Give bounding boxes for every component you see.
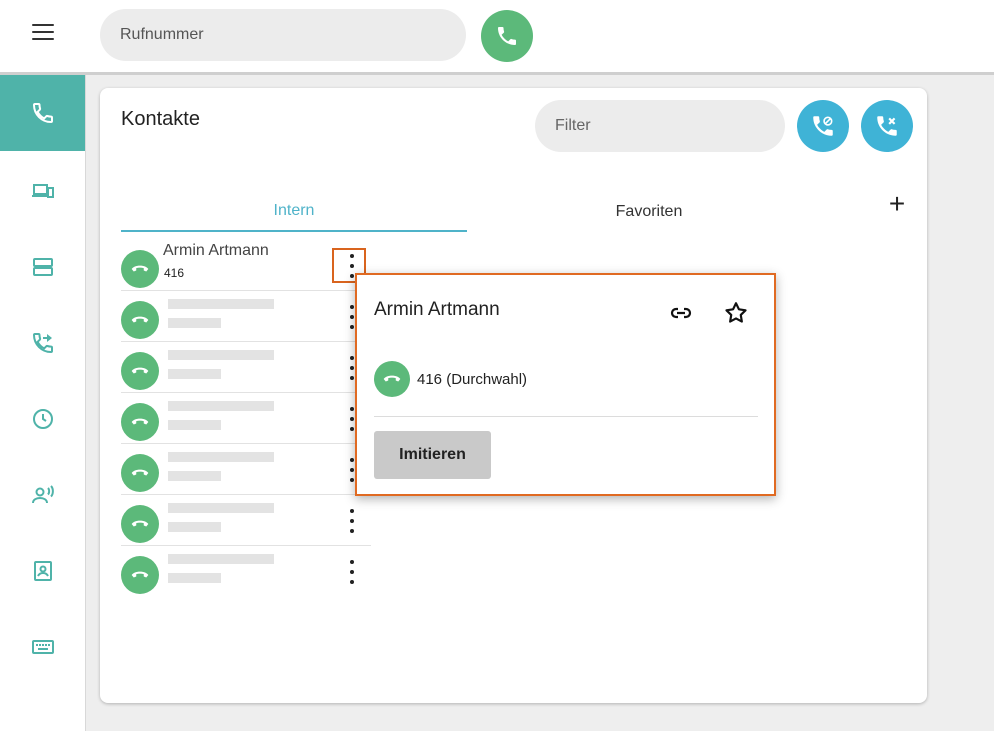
contact-row[interactable] <box>121 393 371 444</box>
contact-row[interactable] <box>121 444 371 495</box>
devices-icon <box>31 184 54 198</box>
call-contact-button[interactable] <box>121 556 159 594</box>
call-contact-button[interactable] <box>121 505 159 543</box>
extension-placeholder <box>168 318 221 328</box>
contact-row[interactable] <box>121 546 371 597</box>
phone-handset-icon <box>131 418 149 425</box>
sidebar-item-server[interactable] <box>0 229 85 305</box>
name-placeholder <box>168 401 274 411</box>
phone-handset-icon <box>131 571 149 578</box>
name-placeholder <box>168 503 274 513</box>
call-contact-button[interactable] <box>121 454 159 492</box>
call-contact-button[interactable] <box>121 403 159 441</box>
server-icon <box>32 258 53 276</box>
contact-card-icon <box>33 561 52 581</box>
sidebar-item-devices[interactable] <box>0 153 85 229</box>
more-options-icon[interactable] <box>348 509 356 533</box>
tab-favoriten[interactable]: Favoriten <box>476 192 822 232</box>
contact-row[interactable] <box>121 495 371 546</box>
extension-placeholder <box>168 522 221 532</box>
extension-placeholder <box>168 420 221 430</box>
phone-cancel-icon <box>877 116 897 136</box>
phone-handset-icon <box>383 375 401 382</box>
popover-contact-name: Armin Artmann <box>374 299 500 320</box>
extension-placeholder <box>168 573 221 583</box>
clock-icon <box>32 409 53 429</box>
popover-divider <box>374 416 758 417</box>
phone-icon <box>32 103 53 124</box>
page-title: Kontakte <box>121 108 200 130</box>
popover-number[interactable]: 416 (Durchwahl) <box>417 371 527 388</box>
tab-intern[interactable]: Intern <box>121 192 467 232</box>
call-button[interactable] <box>481 10 533 62</box>
sidebar-item-phone[interactable] <box>0 75 85 151</box>
link-icon[interactable] <box>668 301 694 325</box>
name-placeholder <box>168 299 274 309</box>
reject-calls-button[interactable] <box>861 100 913 152</box>
contact-row[interactable] <box>121 342 371 393</box>
add-contact-icon[interactable]: + <box>883 190 911 219</box>
contact-row[interactable] <box>121 291 371 342</box>
phone-block-icon <box>813 116 833 136</box>
phone-handset-icon <box>131 316 149 323</box>
filter-input[interactable] <box>535 100 785 152</box>
voicemail-person-icon <box>31 485 54 504</box>
call-contact-button[interactable] <box>121 250 159 288</box>
name-placeholder <box>168 554 274 564</box>
more-options-icon[interactable] <box>348 560 356 584</box>
keyboard-icon <box>31 640 54 654</box>
name-placeholder <box>168 452 274 462</box>
phone-handset-icon <box>131 367 149 374</box>
sidebar-item-voicemail[interactable] <box>0 457 85 533</box>
sidebar <box>0 75 86 731</box>
call-contact-button[interactable] <box>121 301 159 339</box>
contact-name: Armin Artmann <box>163 242 269 259</box>
imitate-button[interactable]: Imitieren <box>374 431 491 479</box>
phone-icon <box>498 27 516 45</box>
sidebar-item-keypad[interactable] <box>0 609 85 685</box>
top-bar <box>0 0 994 72</box>
phone-number-input[interactable] <box>100 9 466 61</box>
menu-icon[interactable] <box>32 24 54 42</box>
sidebar-item-history[interactable] <box>0 381 85 457</box>
phone-handset-icon <box>131 265 149 272</box>
name-placeholder <box>168 350 274 360</box>
phone-handset-icon <box>131 469 149 476</box>
call-forward-icon <box>32 333 53 354</box>
sidebar-item-call-forward[interactable] <box>0 305 85 381</box>
popover-call-button[interactable] <box>374 361 410 397</box>
phone-handset-icon <box>131 520 149 527</box>
star-icon[interactable] <box>723 300 749 326</box>
do-not-disturb-button[interactable] <box>797 100 849 152</box>
contact-extension: 416 <box>164 266 185 280</box>
call-contact-button[interactable] <box>121 352 159 390</box>
sidebar-item-contacts[interactable] <box>0 533 85 609</box>
extension-placeholder <box>168 369 221 379</box>
extension-placeholder <box>168 471 221 481</box>
contact-popover: Armin Artmann 416 (Durchwahl) Imitieren <box>355 273 776 496</box>
